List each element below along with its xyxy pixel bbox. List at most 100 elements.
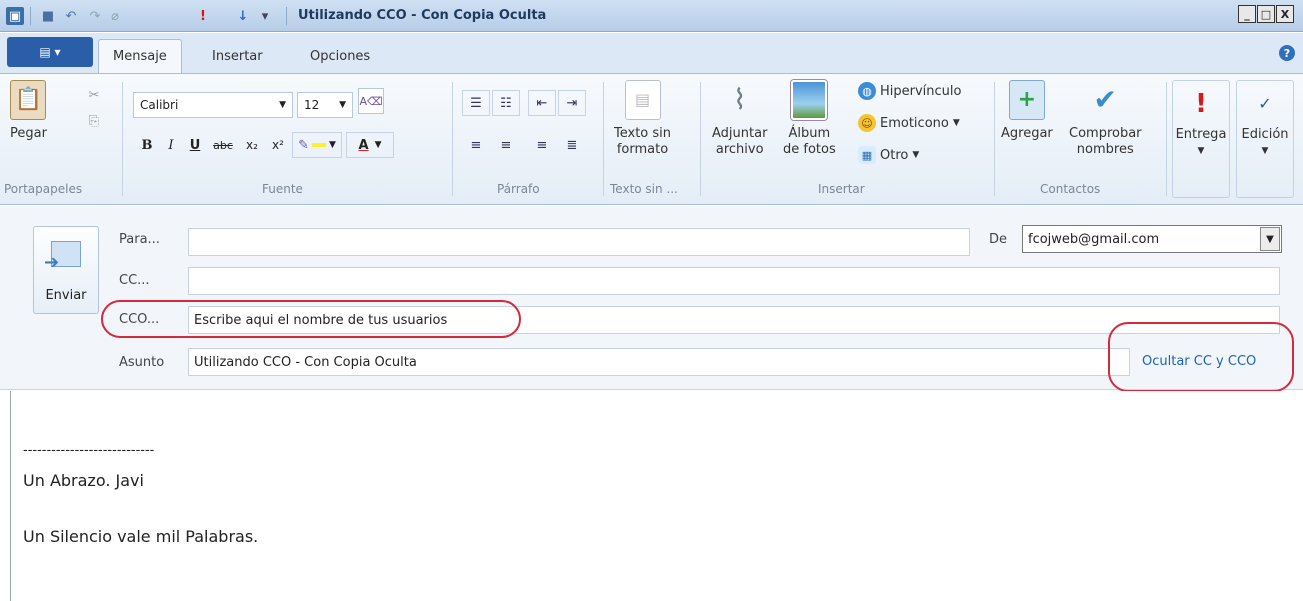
close-button[interactable]: X [1276,5,1294,23]
cut-icon[interactable]: ✂ [86,82,102,108]
chevron-down-icon[interactable]: ▼ [1260,227,1280,251]
hide-cc-bcc-link[interactable]: Ocultar CC y CCO [1142,354,1256,369]
app-icon[interactable]: ▣ [6,7,24,25]
underline-button[interactable]: U [184,132,206,158]
ribbon: 📋 Pegar ✂ ⎘ Portapapeles Calibri ▼ 12 ▼ … [0,73,1303,205]
color-swatch [311,143,326,147]
smiley-icon: ☺ [858,114,876,132]
file-menu-button[interactable]: ▤ ▾ [7,37,93,67]
from-label: De [989,232,1008,247]
cc-field[interactable] [188,267,1280,295]
clear-format-icon[interactable]: A⌫ [358,88,384,114]
chevron-down-icon: ▼ [339,100,346,110]
priority-high-icon[interactable]: ! [196,7,210,25]
card-icon: ▦ [858,146,876,164]
bold-button[interactable]: B [136,132,158,158]
align-left-icon[interactable]: ≡ [462,132,490,158]
highlighter-icon: ✎ [298,137,309,153]
font-size-select[interactable]: 12 ▼ [297,92,353,118]
customize-arrow-icon[interactable]: ▾ [258,7,272,25]
divider [700,82,701,196]
bcc-field[interactable]: Escribe aqui el nombre de tus usuarios [188,306,1280,334]
plain-text-button[interactable]: ▤ Texto sin formato [614,80,671,158]
paste-button[interactable]: 📋 Pegar [10,80,47,142]
attach-icon[interactable]: ⌀ [108,7,122,25]
delivery-button[interactable]: ! Entrega ▼ [1172,80,1230,198]
emoticon-button[interactable]: ☺ Emoticono ▼ [858,114,960,132]
group-label-clipboard: Portapapeles [4,182,83,196]
subject-field[interactable]: Utilizando CCO - Con Copia Oculta [188,348,1130,376]
divider [994,82,995,196]
to-label[interactable]: Para... [119,232,160,247]
send-button[interactable]: ➔ Enviar [33,226,99,314]
undo-icon[interactable]: ↶ [62,7,80,25]
font-color-button[interactable]: A ▼ [346,132,394,158]
globe-icon: ◍ [858,82,876,100]
tab-insertar[interactable]: Insertar [198,39,277,73]
tab-opciones[interactable]: Opciones [296,39,384,73]
divider [603,82,604,196]
group-label-paragraph: Párrafo [497,182,540,196]
increase-indent-icon[interactable]: ⇥ [558,90,586,116]
superscript-button[interactable]: x² [266,132,290,158]
to-field[interactable] [188,228,970,256]
font-name-select[interactable]: Calibri ▼ [133,92,293,118]
menu-icon: ▤ ▾ [39,45,61,59]
redo-icon[interactable]: ↷ [86,7,104,25]
send-arrow-icon: ➔ [44,252,60,273]
strikethrough-button[interactable]: abc [208,132,238,158]
priority-low-icon[interactable]: ↓ [236,7,250,25]
exclamation-icon: ! [1195,89,1207,119]
minimize-button[interactable]: _ [1238,5,1256,23]
spellcheck-icon: ✓ [1258,94,1272,113]
save-icon[interactable]: ■ [40,7,56,25]
chevron-down-icon: ▼ [1197,146,1205,156]
align-right-icon[interactable]: ≡ [528,132,556,158]
group-label-contacts: Contactos [1040,182,1101,196]
chevron-down-icon: ▼ [952,118,960,128]
from-select[interactable]: fcojweb@gmail.com ▼ [1022,225,1282,253]
ribbon-tabs: ▤ ▾ Mensaje Insertar Opciones ? [0,33,1303,73]
person-check-icon: ✔ [1093,83,1117,116]
attach-file-button[interactable]: ⌇ Adjuntar archivo [712,80,767,158]
bcc-label[interactable]: CCO... [119,312,159,327]
group-label-insert: Insertar [818,182,865,196]
numbered-list-icon[interactable]: ☰ [462,90,490,116]
add-contact-icon: + [1008,80,1045,120]
divider [452,82,453,196]
justify-icon[interactable]: ≣ [558,132,586,158]
italic-button[interactable]: I [160,132,182,158]
chevron-down-icon: ▼ [279,100,286,110]
bullet-list-icon[interactable]: ☷ [492,90,520,116]
document-icon: ▤ [624,80,661,120]
photo-album-button[interactable]: Álbum de fotos [783,80,836,158]
title-bar: ▣ ■ ↶ ↷ ⌀ ! ↓ ▾ Utilizando CCO - Con Cop… [0,0,1303,32]
window-title: Utilizando CCO - Con Copia Oculta [298,8,547,23]
clipboard-icon: 📋 [10,80,47,120]
subscript-button[interactable]: x₂ [240,132,264,158]
cc-label[interactable]: CC... [119,273,150,288]
copy-icon[interactable]: ⎘ [86,108,102,134]
editing-button[interactable]: ✓ Edición ▼ [1236,80,1294,198]
chevron-down-icon: ▼ [328,140,336,150]
add-contact-button[interactable]: + Agregar [1001,80,1053,142]
chevron-down-icon: ▼ [912,150,920,160]
signature-separator: ---------------------------- [23,443,155,458]
chevron-down-icon: ▼ [374,140,382,150]
decrease-indent-icon[interactable]: ⇤ [528,90,556,116]
tab-mensaje[interactable]: Mensaje [98,39,182,73]
divider [30,7,31,25]
align-center-icon[interactable]: ≡ [492,132,520,158]
maximize-button[interactable]: □ [1257,5,1275,23]
chevron-down-icon: ▼ [1261,146,1269,156]
other-insert-button[interactable]: ▦ Otro ▼ [858,146,919,164]
highlight-color-button[interactable]: ✎ ▼ [292,132,342,158]
divider [1166,82,1167,196]
divider [286,7,287,25]
help-icon[interactable]: ? [1279,45,1295,61]
check-names-button[interactable]: ✔ Comprobar nombres [1069,80,1142,158]
group-label-font: Fuente [262,182,303,196]
signature-line-1: Un Abrazo. Javi [23,471,144,490]
message-body[interactable]: ---------------------------- Un Abrazo. … [10,391,1303,601]
hyperlink-button[interactable]: ◍ Hipervínculo [858,82,961,100]
